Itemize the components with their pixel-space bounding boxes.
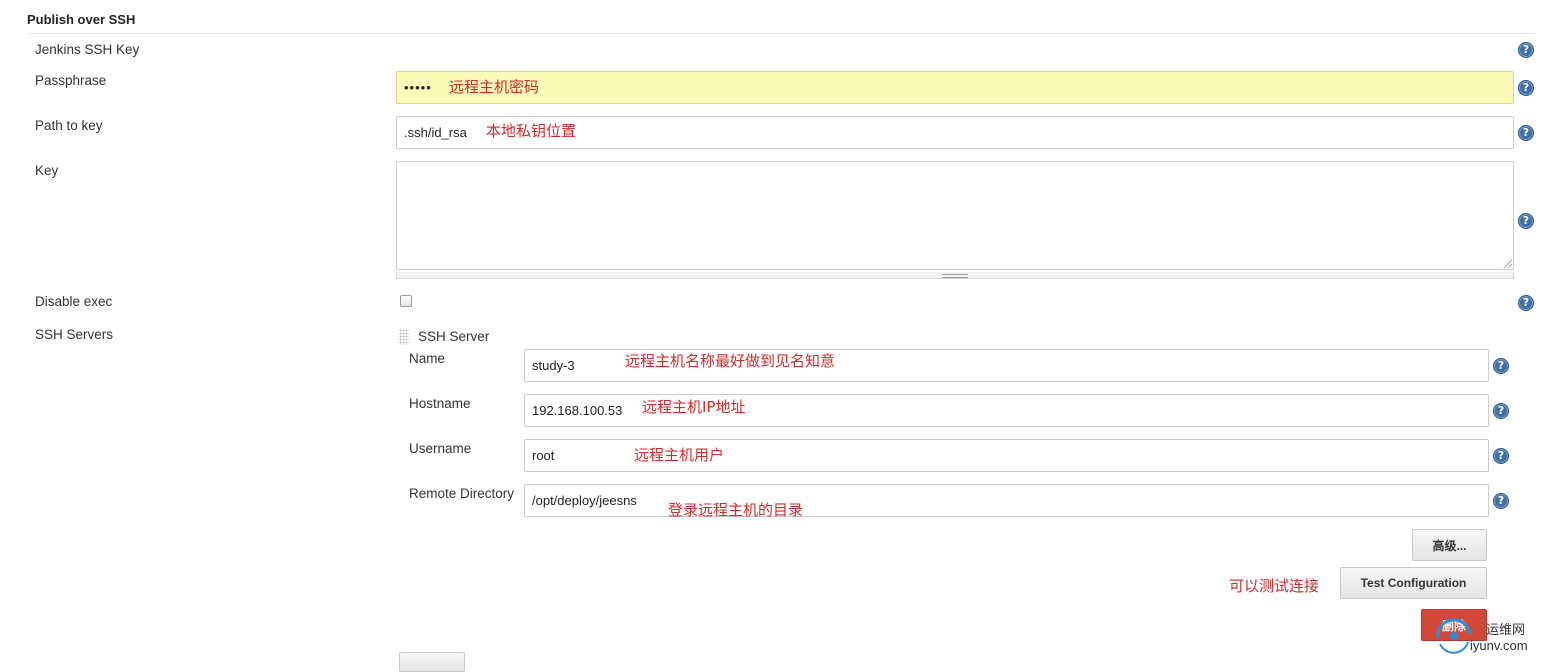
disable-exec-label: Disable exec bbox=[35, 294, 113, 309]
username-annotation: 远程主机用户 bbox=[634, 446, 725, 464]
passphrase-field[interactable]: ••••• bbox=[396, 71, 1514, 104]
resize-grip-icon bbox=[942, 274, 968, 275]
add-server-button[interactable] bbox=[399, 652, 465, 672]
ssh-servers-label: SSH Servers bbox=[35, 327, 114, 342]
remote-directory-annotation: 登录远程主机的目录 bbox=[668, 501, 804, 519]
test-annotation: 可以测试连接 bbox=[1229, 577, 1320, 595]
help-icon[interactable]: ? bbox=[1518, 80, 1534, 96]
hostname-value: 192.168.100.53 bbox=[532, 403, 623, 418]
test-configuration-button[interactable]: Test Configuration bbox=[1340, 567, 1487, 599]
hostname-annotation: 远程主机IP地址 bbox=[642, 398, 746, 416]
passphrase-value: ••••• bbox=[404, 80, 432, 95]
help-icon[interactable]: ? bbox=[1493, 403, 1509, 419]
hostname-label: Hostname bbox=[409, 396, 471, 411]
help-icon[interactable]: ? bbox=[1518, 125, 1534, 141]
key-label: Key bbox=[35, 163, 59, 178]
path-to-key-value: .ssh/id_rsa bbox=[404, 125, 467, 140]
section-title: Publish over SSH bbox=[27, 12, 136, 27]
path-to-key-label: Path to key bbox=[35, 118, 103, 133]
drag-handle-icon[interactable] bbox=[399, 329, 409, 345]
server-name-value: study-3 bbox=[532, 358, 575, 373]
advanced-button[interactable]: 高级... bbox=[1412, 529, 1487, 561]
server-name-label: Name bbox=[409, 351, 446, 366]
key-textarea[interactable] bbox=[396, 161, 1514, 270]
username-value: root bbox=[532, 448, 555, 463]
passphrase-label: Passphrase bbox=[35, 73, 107, 88]
watermark-line2: iyunv.com bbox=[1470, 638, 1528, 653]
help-icon[interactable]: ? bbox=[1518, 213, 1534, 229]
help-icon[interactable]: ? bbox=[1493, 493, 1509, 509]
path-to-key-annotation: 本地私钥位置 bbox=[486, 122, 577, 140]
remote-directory-value: /opt/deploy/jeesns bbox=[532, 493, 637, 508]
server-name-annotation: 远程主机名称最好做到见名知意 bbox=[625, 352, 836, 370]
ssh-server-header: SSH Server bbox=[418, 329, 490, 344]
resize-corner-icon[interactable] bbox=[1502, 258, 1512, 268]
jenkins-ssh-key-label: Jenkins SSH Key bbox=[35, 42, 140, 57]
username-label: Username bbox=[409, 441, 472, 456]
section-divider bbox=[27, 33, 1534, 34]
disable-exec-checkbox[interactable] bbox=[400, 295, 412, 307]
watermark-line1: 运维网 bbox=[1486, 622, 1526, 637]
resize-grip-icon bbox=[942, 277, 968, 278]
help-icon[interactable]: ? bbox=[1493, 358, 1509, 374]
remote-directory-label: Remote Directory bbox=[409, 486, 515, 501]
help-icon[interactable]: ? bbox=[1518, 42, 1534, 58]
help-icon[interactable]: ? bbox=[1518, 295, 1534, 311]
passphrase-annotation: 远程主机密码 bbox=[449, 78, 540, 96]
help-icon[interactable]: ? bbox=[1493, 448, 1509, 464]
